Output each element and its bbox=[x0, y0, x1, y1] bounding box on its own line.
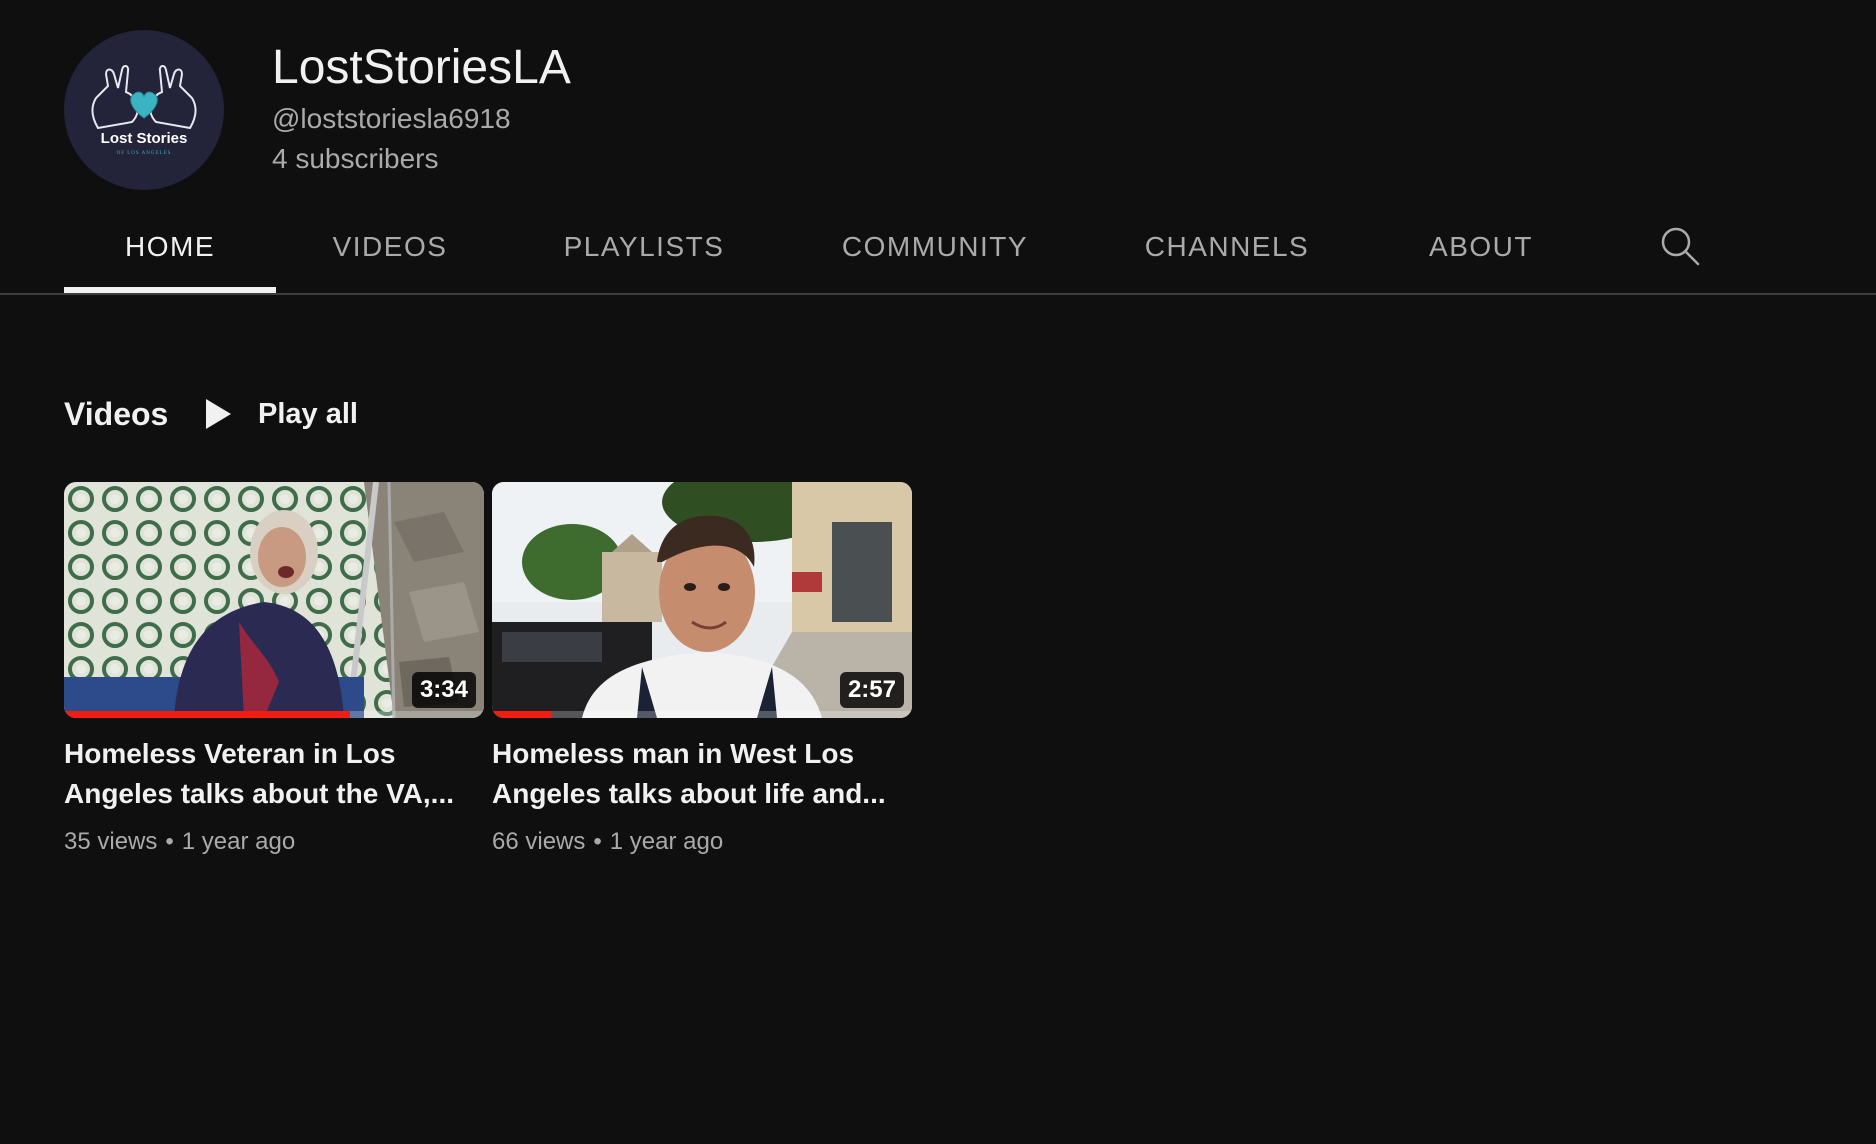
video-title[interactable]: Homeless Veteran in Los Angeles talks ab… bbox=[64, 734, 464, 814]
duration-badge: 3:34 bbox=[411, 672, 476, 708]
avatar-text: Lost Stories bbox=[101, 130, 188, 147]
active-tab-indicator bbox=[64, 287, 276, 293]
search-icon bbox=[1661, 227, 1700, 266]
view-count: 35 views bbox=[64, 828, 158, 855]
watch-progress bbox=[64, 711, 484, 718]
watch-progress bbox=[492, 711, 912, 718]
duration-badge: 2:57 bbox=[839, 672, 904, 708]
video-card[interactable]: 2:57 Homeless man in West Los Angeles ta… bbox=[492, 482, 912, 858]
watch-progress-fill bbox=[492, 711, 551, 718]
avatar-subtext: OF LOS ANGELES bbox=[117, 151, 172, 156]
lost-stories-logo: Lost Stories OF LOS ANGELES bbox=[91, 65, 197, 156]
heart-icon bbox=[130, 91, 158, 119]
channel-name: LostStoriesLA bbox=[272, 41, 571, 94]
video-card[interactable]: 3:34 Homeless Veteran in Los Angeles tal… bbox=[64, 482, 484, 858]
video-title[interactable]: Homeless man in West Los Angeles talks a… bbox=[492, 734, 892, 814]
subscriber-count: 4 subscribers bbox=[272, 143, 439, 174]
play-icon bbox=[206, 399, 231, 429]
separator-dot: • bbox=[165, 828, 174, 855]
video-thumbnail[interactable]: 2:57 bbox=[492, 482, 912, 718]
search-button[interactable] bbox=[1656, 222, 1706, 272]
video-metadata: 35 views • 1 year ago bbox=[64, 826, 484, 858]
tab-home[interactable]: HOME bbox=[64, 200, 276, 293]
channel-avatar[interactable]: Lost Stories OF LOS ANGELES bbox=[64, 30, 224, 190]
section-title: Videos bbox=[64, 396, 169, 432]
video-metadata: 66 views • 1 year ago bbox=[492, 826, 912, 858]
upload-age: 1 year ago bbox=[181, 828, 296, 855]
play-all-label: Play all bbox=[258, 397, 358, 430]
video-thumbnail[interactable]: 3:34 bbox=[64, 482, 484, 718]
tab-playlists[interactable]: PLAYLISTS bbox=[554, 200, 734, 293]
tab-about[interactable]: ABOUT bbox=[1416, 200, 1546, 293]
view-count: 66 views bbox=[492, 828, 586, 855]
channel-handle: @loststoriesla6918 bbox=[272, 103, 511, 134]
tab-community[interactable]: COMMUNITY bbox=[830, 200, 1040, 293]
tab-videos[interactable]: VIDEOS bbox=[316, 200, 464, 293]
channel-tabs: HOME VIDEOS PLAYLISTS COMMUNITY CHANNELS… bbox=[0, 200, 1876, 295]
separator-dot: • bbox=[593, 828, 602, 855]
play-all-button[interactable]: Play all bbox=[204, 392, 358, 436]
watch-progress-fill bbox=[64, 711, 350, 718]
tab-channels[interactable]: CHANNELS bbox=[1134, 200, 1320, 293]
upload-age: 1 year ago bbox=[609, 828, 724, 855]
